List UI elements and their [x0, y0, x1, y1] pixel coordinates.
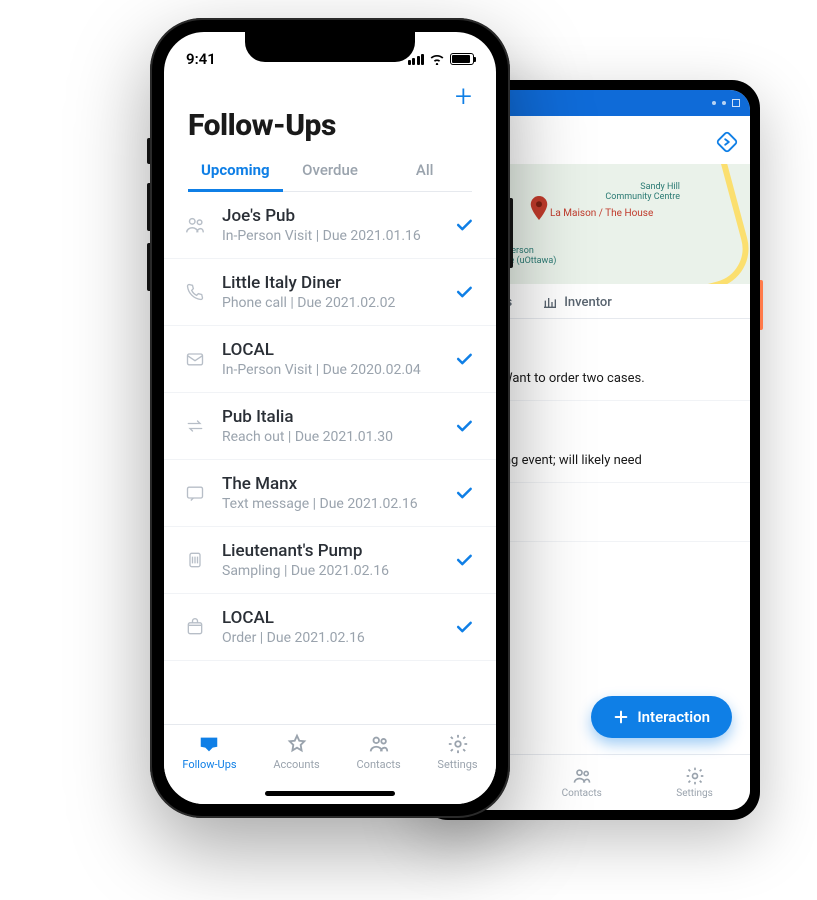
- item-name: LOCAL: [222, 608, 438, 628]
- check-icon[interactable]: [454, 550, 474, 570]
- nav-settings[interactable]: Settings: [676, 766, 713, 799]
- map-pin-icon: [530, 196, 548, 220]
- check-icon[interactable]: [454, 215, 474, 235]
- android-power-button: [760, 280, 763, 330]
- item-name: Little Italy Diner: [222, 273, 438, 293]
- item-meta: Reach out | Due 2021.01.30: [222, 429, 438, 445]
- list-item[interactable]: LOCAL In-Person Visit | Due 2020.02.04: [164, 326, 496, 393]
- gear-icon: [685, 766, 705, 786]
- silent-switch: [147, 138, 150, 164]
- tab-label: All: [416, 161, 434, 179]
- nav-label: Settings: [676, 788, 713, 799]
- package-icon: [184, 617, 206, 637]
- tab-all[interactable]: All: [377, 151, 472, 191]
- page-header: + Follow-Ups Upcoming Overdue All: [164, 78, 496, 192]
- subtab-inventory[interactable]: Inventor: [542, 294, 612, 310]
- item-name: Lieutenant's Pump: [222, 541, 438, 561]
- tab-overdue[interactable]: Overdue: [283, 151, 378, 191]
- volume-up-button: [147, 183, 150, 231]
- fab-label: Interaction: [637, 708, 710, 726]
- check-icon[interactable]: [454, 483, 474, 503]
- item-meta: Text message | Due 2021.02.16: [222, 496, 438, 512]
- subtab-label: Inventor: [564, 295, 612, 310]
- item-name: Pub Italia: [222, 407, 438, 427]
- people-icon: [184, 214, 206, 236]
- status-time: 9:41: [186, 50, 216, 68]
- check-icon[interactable]: [454, 416, 474, 436]
- tab-label: Upcoming: [201, 161, 270, 179]
- list-item[interactable]: Little Italy Diner Phone call | Due 2021.…: [164, 259, 496, 326]
- tab-label: Overdue: [302, 161, 358, 179]
- check-icon[interactable]: [454, 349, 474, 369]
- plus-icon: [613, 709, 629, 725]
- gear-icon: [446, 733, 470, 755]
- wifi-icon: [429, 53, 445, 65]
- volume-down-button: [147, 243, 150, 291]
- check-icon[interactable]: [454, 617, 474, 637]
- page-title: Follow-Ups: [188, 108, 472, 143]
- nav-accounts[interactable]: Accounts: [273, 733, 319, 771]
- list-item[interactable]: Joe's Pub In-Person Visit | Due 2021.01.1…: [164, 192, 496, 259]
- check-icon[interactable]: [454, 282, 474, 302]
- item-name: Joe's Pub: [222, 206, 438, 226]
- power-button: [510, 198, 513, 268]
- notch: [245, 32, 415, 62]
- people-icon: [572, 766, 592, 786]
- item-meta: In-Person Visit | Due 2021.01.16: [222, 228, 438, 244]
- nav-label: Accounts: [273, 758, 319, 771]
- list-item[interactable]: Pub Italia Reach out | Due 2021.01.30: [164, 393, 496, 460]
- nav-label: Follow-Ups: [182, 758, 236, 771]
- list-item[interactable]: LOCAL Order | Due 2021.02.16: [164, 594, 496, 661]
- directions-icon[interactable]: [716, 131, 738, 153]
- item-name: LOCAL: [222, 340, 438, 360]
- sample-icon: [184, 550, 206, 570]
- nav-label: Contacts: [357, 758, 401, 771]
- phone-icon: [184, 282, 206, 302]
- nav-label: Contacts: [562, 788, 602, 799]
- nav-settings[interactable]: Settings: [437, 733, 477, 771]
- battery-icon: [450, 53, 474, 65]
- map-label: Sandy Hill Community Centre: [605, 182, 680, 202]
- item-meta: In-Person Visit | Due 2020.02.04: [222, 362, 438, 378]
- add-interaction-button[interactable]: Interaction: [591, 696, 732, 738]
- map-label: La Maison / The House: [550, 208, 653, 219]
- nav-label: Settings: [437, 758, 477, 771]
- message-icon: [184, 483, 206, 503]
- item-meta: Order | Due 2021.02.16: [222, 630, 438, 646]
- home-indicator: [265, 791, 395, 796]
- nav-follow-ups[interactable]: Follow-Ups: [182, 733, 236, 771]
- star-icon: [285, 733, 309, 755]
- inventory-icon: [542, 294, 558, 310]
- item-meta: Sampling | Due 2021.02.16: [222, 563, 438, 579]
- mail-icon: [184, 349, 206, 369]
- list-item[interactable]: Lieutenant's Pump Sampling | Due 2021.02.…: [164, 527, 496, 594]
- filter-tabs: Upcoming Overdue All: [188, 151, 472, 192]
- iphone: 9:41 + Follow-Ups Upcoming Overdue All: [150, 18, 510, 818]
- inbox-icon: [197, 733, 221, 755]
- list-item[interactable]: The Manx Text message | Due 2021.02.16: [164, 460, 496, 527]
- nav-contacts[interactable]: Contacts: [562, 766, 602, 799]
- people-icon: [367, 733, 391, 755]
- item-name: The Manx: [222, 474, 438, 494]
- swap-icon: [184, 416, 206, 436]
- followup-list: Joe's Pub In-Person Visit | Due 2021.01.1…: [164, 192, 496, 724]
- tab-upcoming[interactable]: Upcoming: [188, 151, 283, 191]
- iphone-screen: 9:41 + Follow-Ups Upcoming Overdue All: [164, 32, 496, 804]
- item-meta: Phone call | Due 2021.02.02: [222, 295, 438, 311]
- nav-contacts[interactable]: Contacts: [357, 733, 401, 771]
